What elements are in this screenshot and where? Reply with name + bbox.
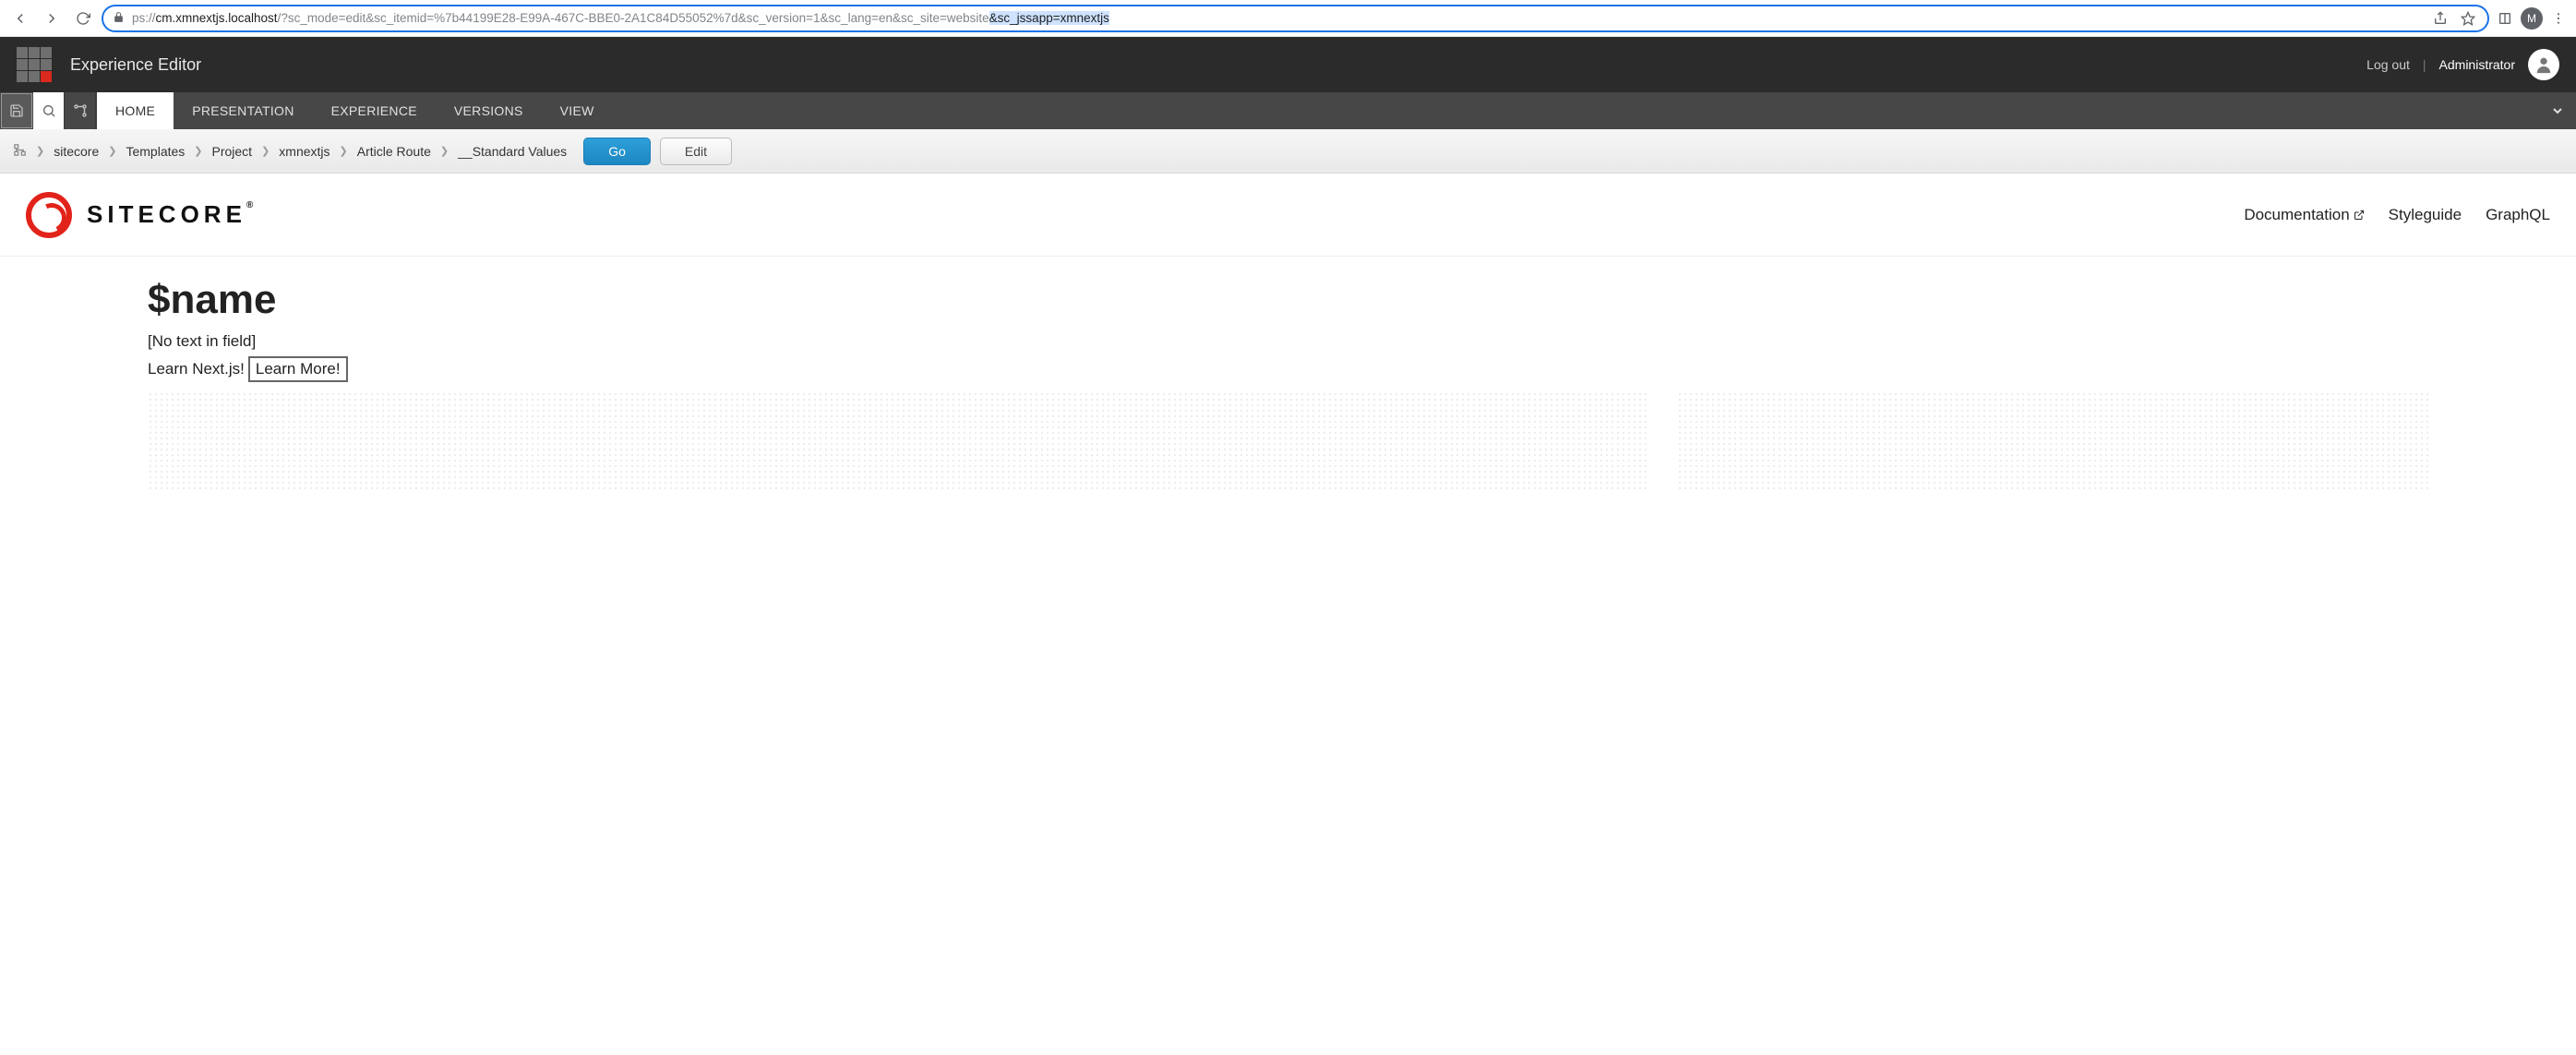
ribbon-tab-versions[interactable]: VERSIONS xyxy=(436,92,542,129)
nav-graphql[interactable]: GraphQL xyxy=(2486,206,2550,224)
ribbon-expand-toggle[interactable] xyxy=(2539,92,2576,129)
browser-forward-button[interactable] xyxy=(39,6,65,31)
ribbon: HOME PRESENTATION EXPERIENCE VERSIONS VI… xyxy=(0,92,2576,129)
learn-more-link[interactable]: Learn More! xyxy=(248,356,348,382)
ribbon-tab-presentation[interactable]: PRESENTATION xyxy=(174,92,312,129)
edit-button[interactable]: Edit xyxy=(660,138,732,165)
header-divider: | xyxy=(2423,57,2426,72)
learn-row: Learn Next.js! Learn More! xyxy=(148,356,2428,382)
browser-toolbar: ps://cm.xmnextjs.localhost/?sc_mode=edit… xyxy=(0,0,2576,37)
browser-back-button[interactable] xyxy=(7,6,33,31)
workflow-button[interactable] xyxy=(65,92,96,129)
site-logo-text: SITECORE® xyxy=(87,200,253,229)
tree-icon[interactable] xyxy=(13,143,27,160)
page-title[interactable]: $name xyxy=(148,277,2428,323)
nav-documentation[interactable]: Documentation xyxy=(2244,206,2364,224)
breadcrumb-item[interactable]: xmnextjs xyxy=(279,144,329,159)
star-icon[interactable] xyxy=(2458,8,2478,29)
browser-address-bar[interactable]: ps://cm.xmnextjs.localhost/?sc_mode=edit… xyxy=(102,5,2489,32)
search-button[interactable] xyxy=(33,92,65,129)
breadcrumb-item[interactable]: sitecore xyxy=(54,144,99,159)
browser-menu-icon[interactable] xyxy=(2548,8,2569,29)
placeholder-side[interactable] xyxy=(1677,391,2428,493)
chevron-right-icon: ❯ xyxy=(261,145,270,157)
sitecore-logo-icon xyxy=(26,192,72,238)
logout-link[interactable]: Log out xyxy=(2366,57,2410,72)
ribbon-quick-tools xyxy=(0,92,97,129)
breadcrumb-item[interactable]: Project xyxy=(212,144,253,159)
browser-reload-button[interactable] xyxy=(70,6,96,31)
app-launcher-icon[interactable] xyxy=(17,47,52,82)
user-avatar[interactable] xyxy=(2528,49,2559,80)
browser-profile-avatar[interactable]: M xyxy=(2521,7,2543,30)
breadcrumb-item[interactable]: Templates xyxy=(126,144,185,159)
chevron-right-icon: ❯ xyxy=(36,145,44,157)
site-header: SITECORE® Documentation Styleguide Graph… xyxy=(0,174,2576,257)
breadcrumb-bar: ❯ sitecore ❯ Templates ❯ Project ❯ xmnex… xyxy=(0,129,2576,174)
chevron-right-icon: ❯ xyxy=(340,145,348,157)
chevron-right-icon: ❯ xyxy=(108,145,116,157)
header-user: Administrator xyxy=(2439,57,2515,72)
ribbon-tab-home[interactable]: HOME xyxy=(97,92,174,129)
save-button[interactable] xyxy=(1,93,32,128)
app-title: Experience Editor xyxy=(70,55,201,75)
site-nav: Documentation Styleguide GraphQL xyxy=(2244,206,2550,224)
nav-styleguide[interactable]: Styleguide xyxy=(2389,206,2462,224)
app-header: Experience Editor Log out | Administrato… xyxy=(0,37,2576,92)
empty-text-field[interactable]: [No text in field] xyxy=(148,332,2428,351)
ribbon-tab-view[interactable]: VIEW xyxy=(542,92,613,129)
external-link-icon xyxy=(2354,210,2365,221)
extensions-icon[interactable] xyxy=(2495,8,2515,29)
chevron-right-icon: ❯ xyxy=(194,145,202,157)
ribbon-tab-experience[interactable]: EXPERIENCE xyxy=(313,92,436,129)
browser-url: ps://cm.xmnextjs.localhost/?sc_mode=edit… xyxy=(132,11,2423,25)
learn-text[interactable]: Learn Next.js! xyxy=(148,360,245,378)
chevron-right-icon: ❯ xyxy=(440,145,449,157)
breadcrumb-item[interactable]: Article Route xyxy=(357,144,431,159)
placeholder-main[interactable] xyxy=(148,391,1649,493)
share-icon[interactable] xyxy=(2430,8,2450,29)
placeholder-row xyxy=(148,391,2428,493)
lock-icon xyxy=(113,11,125,26)
go-button[interactable]: Go xyxy=(583,138,651,165)
site-logo[interactable]: SITECORE® xyxy=(26,192,253,238)
breadcrumb-item[interactable]: __Standard Values xyxy=(458,144,567,159)
page-content: $name [No text in field] Learn Next.js! … xyxy=(0,257,2576,513)
